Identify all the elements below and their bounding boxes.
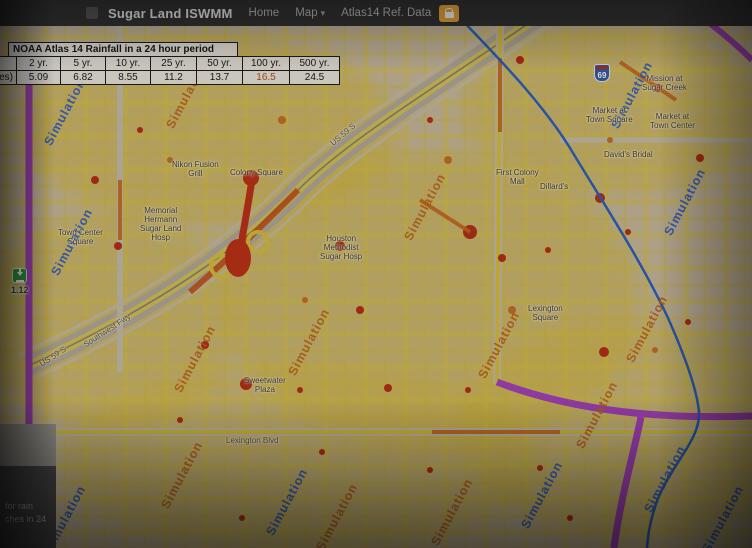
rainfall-table-grid: 2 yr.5 yr.10 yr.25 yr.50 yr.100 yr.500 y…	[0, 56, 340, 85]
download-arrow-icon	[12, 268, 27, 283]
menu-item-atlas14-ref-data[interactable]: Atlas14 Ref. Data	[341, 7, 431, 19]
menu-item-home[interactable]: Home	[249, 7, 280, 19]
chevron-down-icon: ▾	[321, 8, 326, 18]
marker-value: 1.12	[11, 285, 29, 295]
return-period-header: 5 yr.	[60, 56, 106, 71]
rainfall-value: 11.2	[150, 70, 197, 85]
info-panel-text: ches in 24	[5, 513, 56, 526]
rainfall-value: 16.5	[242, 70, 290, 85]
return-period-header: 50 yr.	[196, 56, 243, 71]
highway-shield: 69	[594, 64, 610, 82]
menu-item-map[interactable]: Map▾	[295, 7, 325, 19]
side-panel-fragment	[0, 424, 56, 466]
lock-icon	[445, 8, 454, 18]
app-logo	[86, 7, 98, 19]
rainfall-value: 13.7	[196, 70, 243, 85]
info-panel-text: for rain	[5, 500, 56, 513]
return-period-header: 100 yr.	[242, 56, 290, 71]
return-period-header: 500 yr.	[289, 56, 340, 71]
rainfall-marker[interactable]: 1.12	[11, 268, 29, 295]
app-header: Sugar Land ISWMM Home Map▾ Atlas14 Ref. Da…	[0, 0, 752, 26]
app-title: Sugar Land ISWMM	[108, 6, 233, 21]
rainfall-value: 6.82	[60, 70, 106, 85]
return-period-header: 10 yr.	[105, 56, 151, 71]
highway-shield-number: 69	[598, 71, 607, 80]
return-period-header: 25 yr.	[150, 56, 197, 71]
header-menu: Home Map▾ Atlas14 Ref. Data	[249, 7, 432, 19]
row-label-cell: es)	[0, 70, 17, 85]
info-panel: for rainches in 24	[0, 466, 56, 548]
rainfall-value: 5.09	[16, 70, 61, 85]
return-period-header: 2 yr.	[16, 56, 61, 71]
rainfall-value: 24.5	[289, 70, 340, 85]
table-values-row: es) 5.096.828.5511.213.716.524.5	[0, 71, 340, 85]
row-label-cell	[0, 56, 17, 71]
info-panel-lines: for rainches in 24	[5, 500, 56, 526]
basemap-button[interactable]	[439, 5, 459, 22]
table-header-row: 2 yr.5 yr.10 yr.25 yr.50 yr.100 yr.500 y…	[0, 56, 340, 71]
rainfall-table-title: NOAA Atlas 14 Rainfall in a 24 hour peri…	[8, 42, 238, 57]
app-window: SimulationSimulationSimulationSimulation…	[0, 0, 752, 548]
rainfall-value: 8.55	[105, 70, 151, 85]
